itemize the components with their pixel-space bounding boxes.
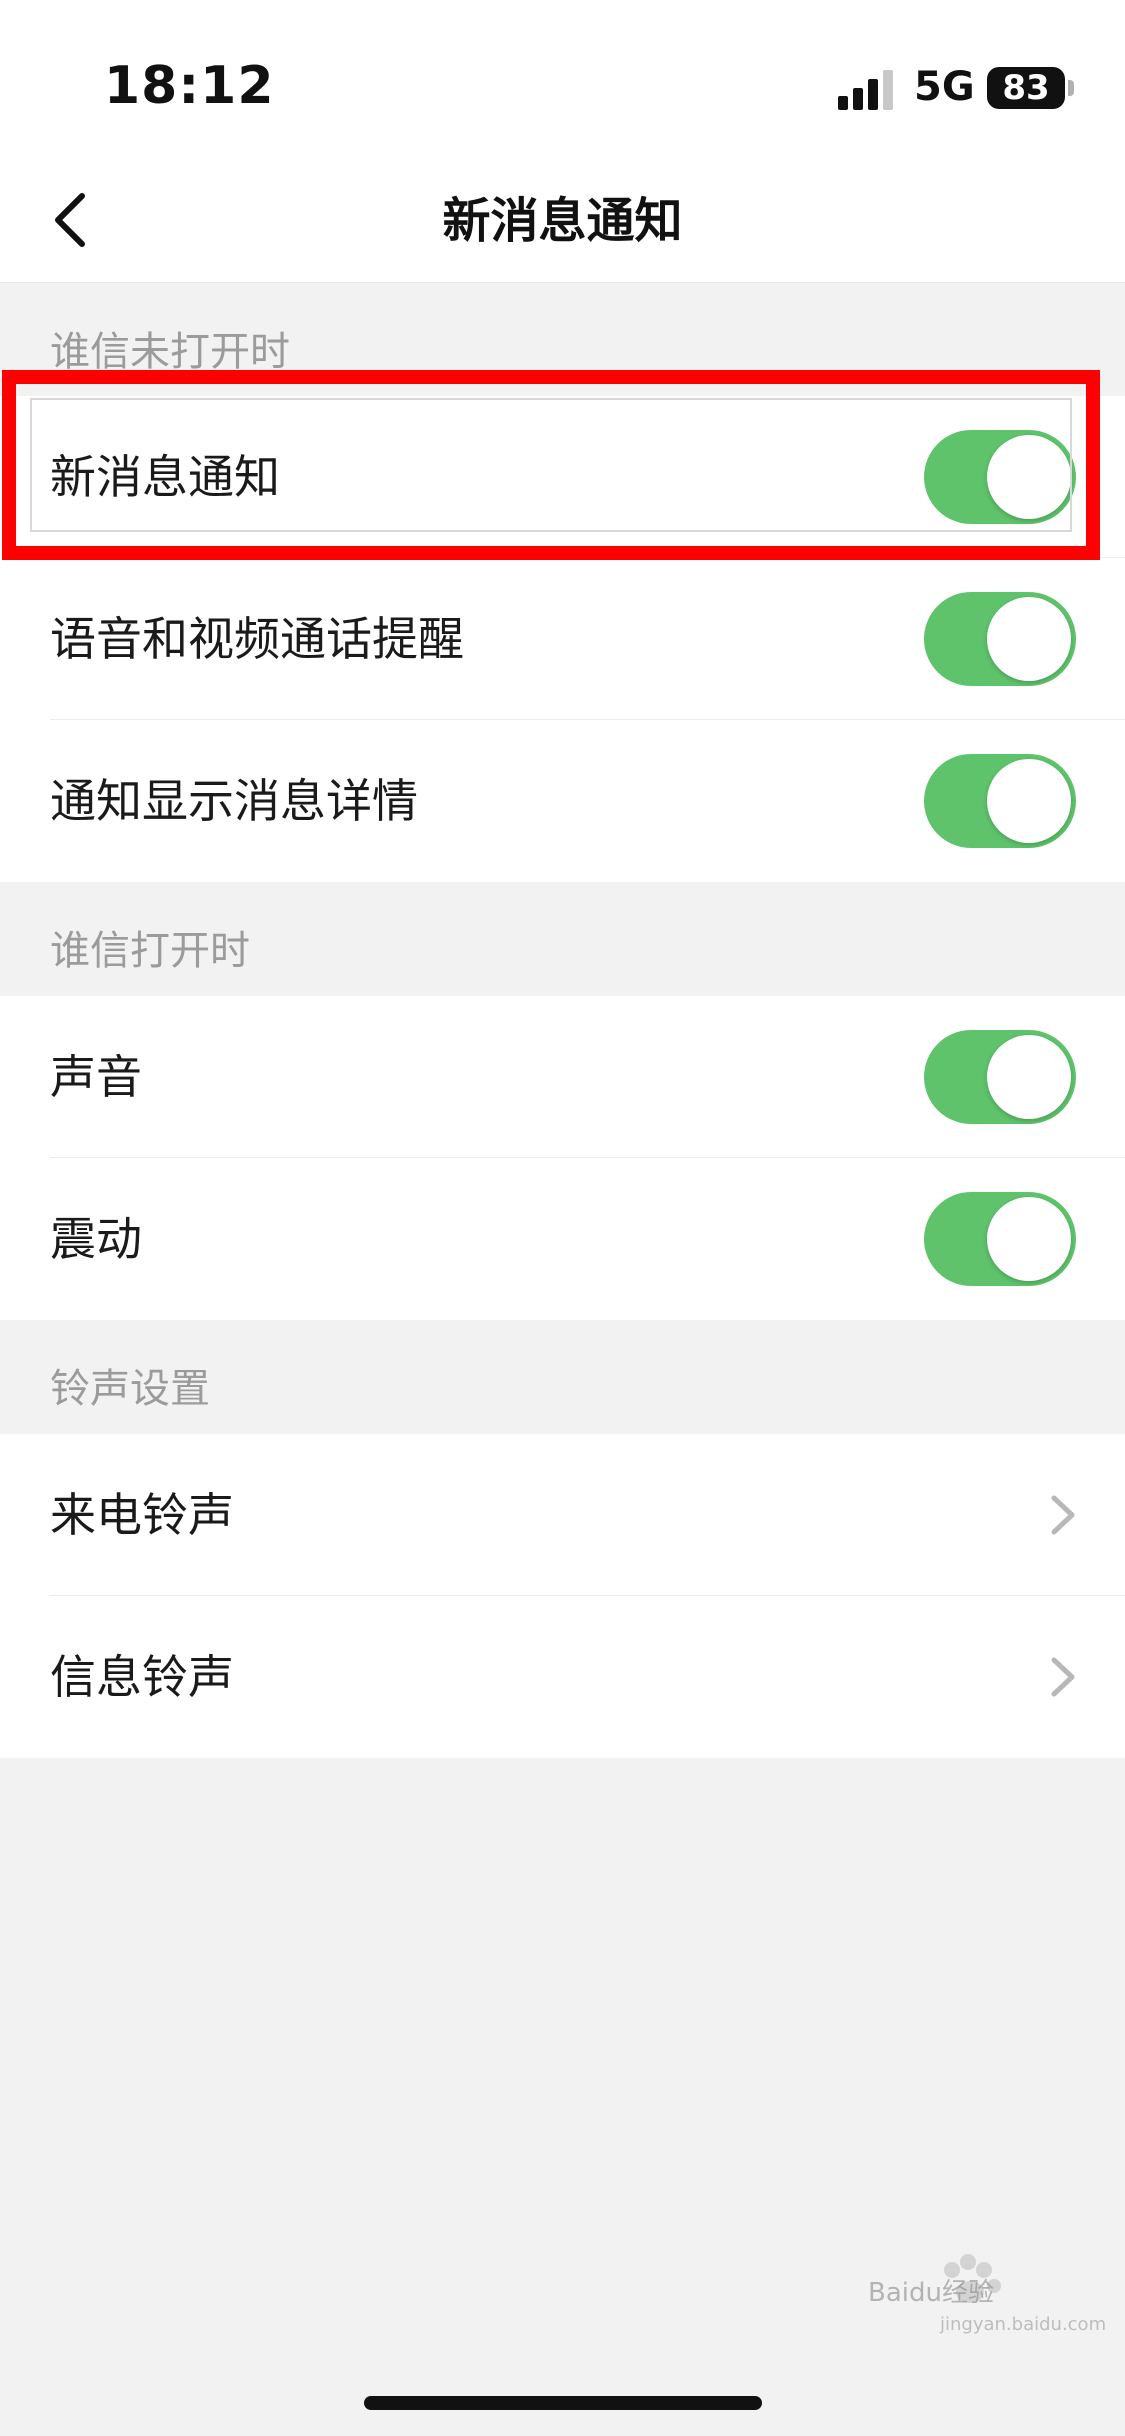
home-indicator[interactable] [364, 2396, 762, 2410]
setting-row-show-details[interactable]: 通知显示消息详情 [0, 720, 1125, 882]
status-bar: 18:12 5G 83 [0, 0, 1125, 160]
back-button[interactable] [30, 180, 110, 260]
setting-row-vibration[interactable]: 震动 [0, 1158, 1125, 1320]
setting-row-sound[interactable]: 声音 [0, 996, 1125, 1158]
section-header-ringtone: 铃声设置 [0, 1320, 1125, 1434]
watermark-brand: Baidu经验 [868, 2278, 994, 2308]
setting-row-new-message[interactable]: 新消息通知 [0, 396, 1125, 558]
toggle-knob [987, 435, 1071, 519]
section-header-open: 谁信打开时 [0, 882, 1125, 996]
call-reminder-toggle[interactable] [924, 592, 1076, 686]
new-message-toggle[interactable] [924, 430, 1076, 524]
setting-label: 声音 [50, 1050, 142, 1104]
show-details-toggle[interactable] [924, 754, 1076, 848]
setting-row-message-ringtone[interactable]: 信息铃声 [0, 1596, 1125, 1758]
battery-icon: 83 [987, 67, 1065, 109]
page-title: 新消息通知 [442, 193, 683, 249]
battery-cap [1068, 80, 1074, 96]
section-title: 谁信未打开时 [50, 329, 290, 375]
setting-label: 信息铃声 [50, 1650, 234, 1704]
network-type: 5G [914, 64, 975, 110]
toggle-knob [987, 1197, 1071, 1281]
chevron-left-icon [55, 193, 85, 247]
sound-toggle[interactable] [924, 1030, 1076, 1124]
vibration-toggle[interactable] [924, 1192, 1076, 1286]
nav-bar: 新消息通知 [0, 160, 1125, 283]
toggle-knob [987, 597, 1071, 681]
setting-label: 通知显示消息详情 [50, 774, 418, 828]
battery-level: 83 [1002, 68, 1050, 108]
section-header-closed: 谁信未打开时 [0, 283, 1125, 375]
status-time: 18:12 [104, 56, 275, 116]
setting-row-call-reminder[interactable]: 语音和视频通话提醒 [0, 558, 1125, 720]
toggle-knob [987, 1035, 1071, 1119]
watermark-domain: jingyan.baidu.com [940, 2314, 1107, 2335]
setting-label: 震动 [50, 1212, 142, 1266]
setting-label: 新消息通知 [50, 450, 280, 504]
toggle-knob [987, 759, 1071, 843]
section-title: 谁信打开时 [50, 928, 250, 974]
setting-label: 语音和视频通话提醒 [50, 612, 464, 666]
setting-label: 来电铃声 [50, 1488, 234, 1542]
section-title: 铃声设置 [50, 1366, 210, 1412]
chevron-right-icon [1051, 1495, 1075, 1535]
chevron-right-icon [1051, 1657, 1075, 1697]
cellular-signal-icon [838, 70, 893, 110]
setting-row-call-ringtone[interactable]: 来电铃声 [0, 1434, 1125, 1596]
